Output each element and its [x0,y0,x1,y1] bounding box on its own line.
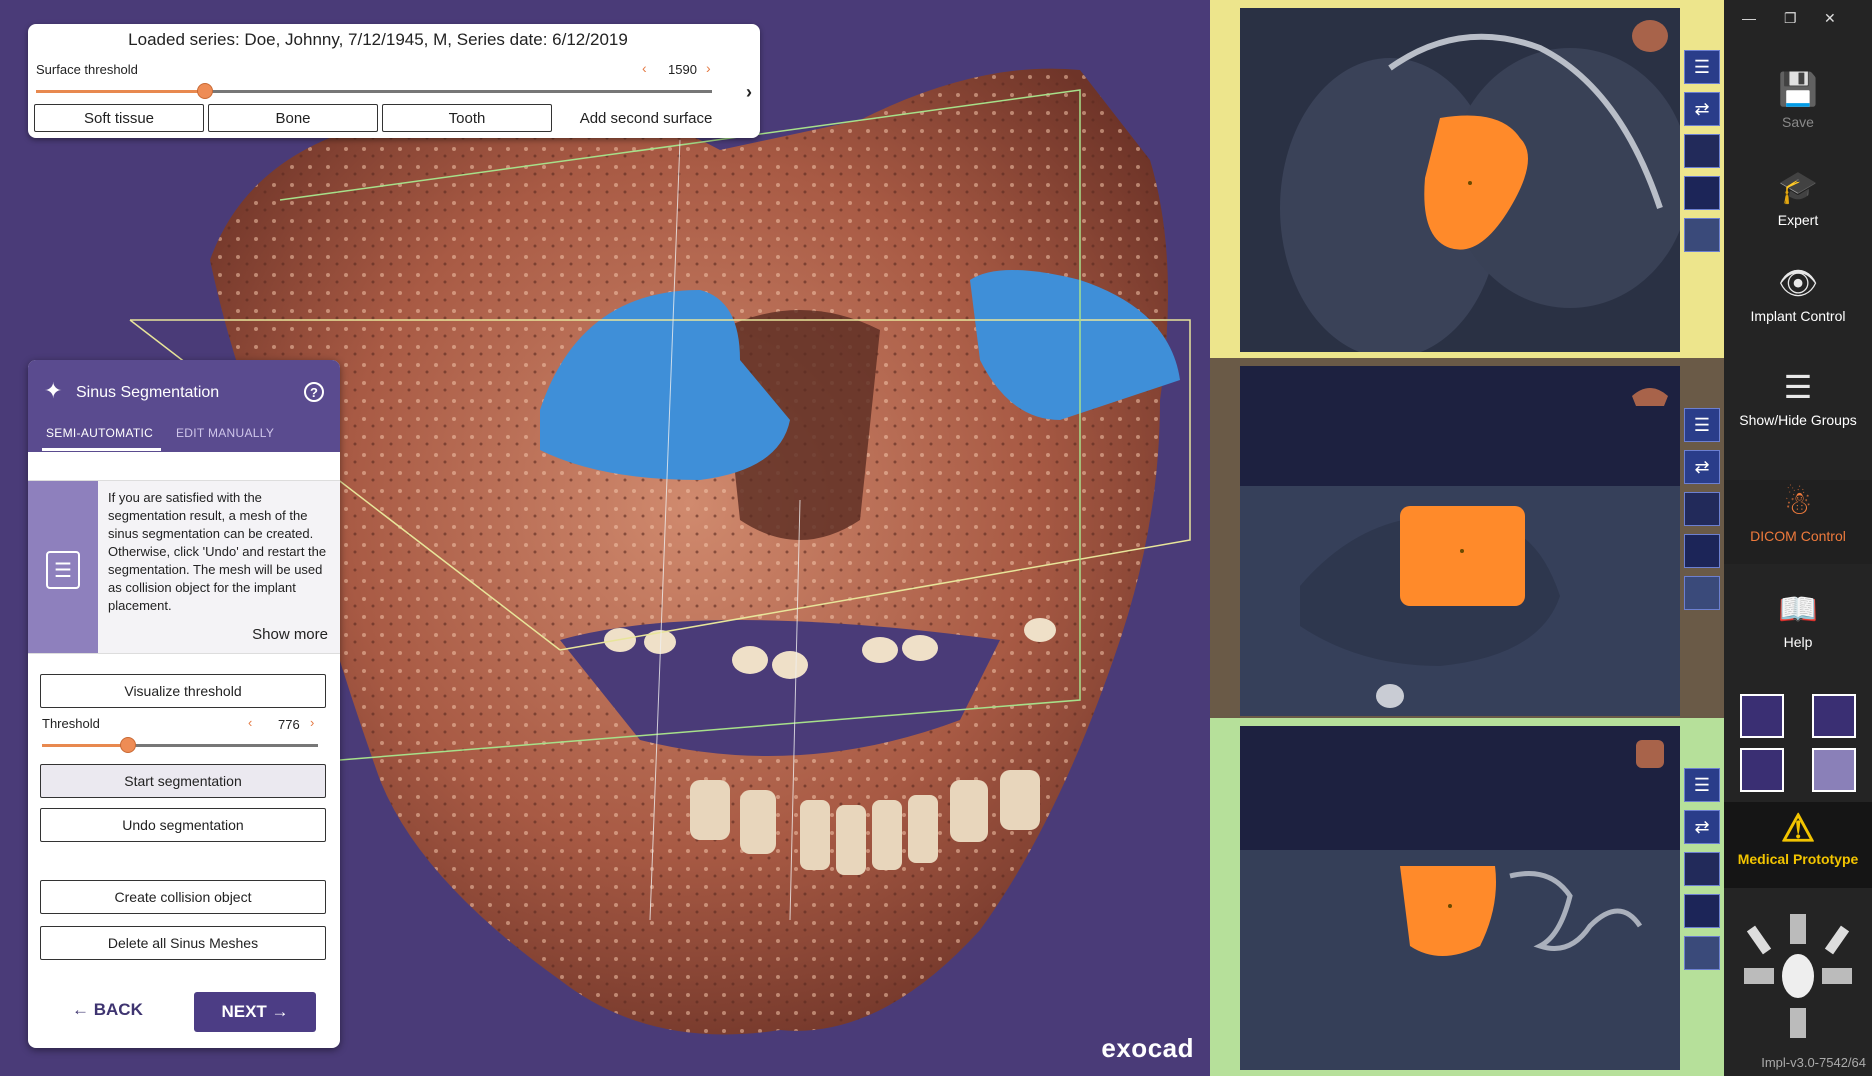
delete-sinus-meshes-button[interactable]: Delete all Sinus Meshes [40,926,326,960]
start-segmentation-button[interactable]: Start segmentation [40,764,326,798]
create-collision-object-button[interactable]: Create collision object [40,880,326,914]
threshold-label: Threshold [42,716,100,731]
ct-view-axial[interactable]: ☰ ⇄ [1210,0,1724,358]
layout-option-2[interactable] [1812,694,1856,738]
help-icon[interactable]: ? [304,382,324,402]
list-menu-icon[interactable]: ☰ [1684,768,1720,802]
bone-button[interactable]: Bone [208,104,378,132]
surface-threshold-slider[interactable] [36,83,712,99]
thumbnail-2[interactable] [1684,534,1720,568]
warning-icon: ⚠ [1780,808,1816,850]
ct-view-sagittal[interactable]: ☰ ⇄ [1210,718,1724,1076]
ct-image-axial[interactable] [1240,8,1680,352]
sinus-illustration-icon: ☰ [46,551,80,589]
ct-view-coronal[interactable]: ☰ ⇄ [1210,358,1724,718]
series-title: Loaded series: Doe, Johnny, 7/12/1945, M… [128,30,628,49]
implant-eye-icon: 👁 [1777,265,1819,301]
show-hide-groups-button[interactable]: ☰ Show/Hide Groups [1724,368,1872,428]
implant-control-button[interactable]: 👁 Implant Control [1724,264,1872,324]
sinus-panel-header: ✦ Sinus Segmentation ? SEMI-AUTOMATIC ED… [28,360,340,452]
surface-threshold-increase[interactable]: › [706,60,711,76]
view-orientation-control[interactable] [1742,910,1854,1040]
thumbnail-2[interactable] [1684,894,1720,928]
version-label: Impl-v3.0-7542/64 [1761,1055,1866,1070]
exocad-logo: exocad [1101,1033,1194,1063]
expert-button[interactable]: 🎓 Expert [1724,168,1872,228]
threshold-slider[interactable] [42,737,318,753]
thumbnail-1[interactable] [1684,134,1720,168]
next-button[interactable]: NEXT → [194,992,316,1032]
dicom-jaw-icon: ☃ [1783,485,1813,521]
help-book-icon: 📖 [1778,591,1818,627]
dicom-control-button[interactable]: ☃ DICOM Control [1724,480,1872,564]
surface-threshold-decrease[interactable]: ‹ [642,60,647,76]
surface-threshold-value[interactable]: 1590 [668,62,697,77]
save-button[interactable]: 💾 Save [1724,70,1872,130]
visualize-threshold-button[interactable]: Visualize threshold [40,674,326,708]
face-thumbnail [1628,736,1672,772]
swap-view-icon[interactable]: ⇄ [1684,450,1720,484]
sinus-panel-title: Sinus Segmentation [76,384,220,401]
surface-panel: Loaded series: Doe, Johnny, 7/12/1945, M… [28,24,760,138]
tooth-button[interactable]: Tooth [382,104,552,132]
tab-edit-manually[interactable]: EDIT MANUALLY [176,426,274,440]
restore-icon[interactable]: ❐ [1784,10,1797,27]
right-sidebar: — ❐ ✕ 💾 Save 🎓 Expert 👁 Implant Control … [1724,0,1872,1076]
info-text: If you are satisfied with the segmentati… [108,490,327,613]
threshold-knob[interactable] [120,737,136,753]
thumbnail-3[interactable] [1684,936,1720,970]
surface-threshold-label: Surface threshold [36,62,138,77]
close-icon[interactable]: ✕ [1824,10,1836,27]
thumbnail-3[interactable] [1684,576,1720,610]
back-button[interactable]: ← BACK [72,1000,143,1020]
jaw-thumbnail [1628,376,1672,412]
info-box: ☰ If you are satisfied with the segmenta… [28,480,340,654]
magic-wand-icon: ✦ [44,378,63,403]
arrow-left-icon: ← [72,1000,94,1019]
medical-prototype-badge: ⚠ Medical Prototype [1724,802,1872,888]
show-more-link[interactable]: Show more [252,626,328,643]
list-menu-icon[interactable]: ☰ [1684,408,1720,442]
undo-segmentation-button[interactable]: Undo segmentation [40,808,326,842]
swap-view-icon[interactable]: ⇄ [1684,92,1720,126]
ct-image-coronal[interactable] [1240,366,1680,716]
swap-view-icon[interactable]: ⇄ [1684,810,1720,844]
chevron-right-icon[interactable]: › [746,82,752,103]
list-menu-icon[interactable]: ☰ [1684,50,1720,84]
add-second-surface-button[interactable]: Add second surface [556,104,736,132]
skull-thumbnail [1628,18,1672,54]
soft-tissue-button[interactable]: Soft tissue [34,104,204,132]
layout-option-1[interactable] [1740,694,1784,738]
minimize-icon[interactable]: — [1742,10,1756,26]
sinus-segmentation-panel: ✦ Sinus Segmentation ? SEMI-AUTOMATIC ED… [28,360,340,1048]
thumbnail-3[interactable] [1684,218,1720,252]
thumbnail-2[interactable] [1684,176,1720,210]
threshold-increase[interactable]: › [310,715,314,730]
thumbnail-1[interactable] [1684,852,1720,886]
layout-option-4[interactable] [1812,748,1856,792]
tab-semi-automatic[interactable]: SEMI-AUTOMATIC [41,426,162,451]
groups-eye-icon: ☰ [1783,369,1813,405]
help-button[interactable]: 📖 Help [1724,590,1872,650]
graduation-cap-icon: 🎓 [1778,169,1818,205]
save-icon: 💾 [1778,71,1818,107]
surface-threshold-knob[interactable] [197,83,213,99]
head-icon [1782,954,1814,998]
threshold-decrease[interactable]: ‹ [248,715,252,730]
arrow-right-icon: → [266,1002,289,1021]
layout-option-3[interactable] [1740,748,1784,792]
threshold-value[interactable]: 776 [278,717,300,732]
thumbnail-1[interactable] [1684,492,1720,526]
ct-image-sagittal[interactable] [1240,726,1680,1070]
